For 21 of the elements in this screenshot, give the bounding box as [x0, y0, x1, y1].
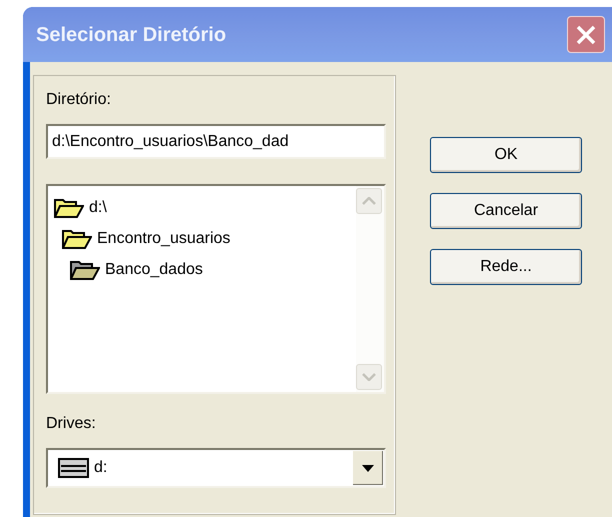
- scrollbar[interactable]: [356, 186, 384, 392]
- drive-icon: [58, 458, 89, 478]
- scroll-down-button[interactable]: [356, 364, 382, 390]
- folder-list[interactable]: d:\ Encontro_usuarios Banco_dados: [46, 184, 386, 394]
- folder-item[interactable]: Banco_dados: [105, 258, 203, 282]
- dialog-button[interactable]: OK: [430, 137, 582, 173]
- caret-icon: [362, 464, 374, 472]
- dropdown-button[interactable]: [352, 450, 384, 486]
- directory-field[interactable]: d:\Encontro_usuarios\Banco_dad: [46, 124, 386, 159]
- directory-label: Diretório:: [46, 90, 112, 110]
- scroll-up-button[interactable]: [356, 188, 382, 214]
- folder-item[interactable]: Encontro_usuarios: [97, 226, 230, 250]
- folder-item[interactable]: d:\: [89, 196, 107, 220]
- drives-dropdown[interactable]: d:: [46, 448, 386, 488]
- drives-label: Drives:: [46, 414, 97, 434]
- dialog-button[interactable]: Rede...: [430, 249, 582, 285]
- dialog-button[interactable]: Cancelar: [430, 193, 582, 229]
- close-icon: [575, 24, 597, 46]
- close-button[interactable]: [567, 16, 605, 53]
- drive-value: d:: [94, 458, 108, 478]
- window-title: Selecionar Diretório: [36, 22, 226, 48]
